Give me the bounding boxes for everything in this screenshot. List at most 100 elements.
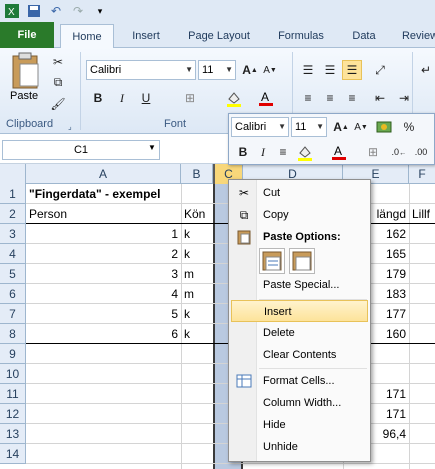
cell-e3[interactable]: 162 <box>365 224 409 244</box>
mini-font-size-combo[interactable]: 11 ▼ <box>291 117 327 137</box>
align-center-icon[interactable]: ≡ <box>320 88 340 108</box>
orientation-icon[interactable]: ⤢ <box>370 60 390 80</box>
row-header-11[interactable]: 11 <box>0 384 26 404</box>
shrink-font-icon[interactable]: A ▼ <box>260 60 280 80</box>
row-header-13[interactable]: 13 <box>0 424 26 444</box>
cell-e7[interactable]: 177 <box>365 304 409 324</box>
redo-icon[interactable]: ↷ <box>68 2 88 20</box>
wrap-text-icon[interactable]: ↵ <box>416 60 435 80</box>
select-all-corner[interactable] <box>0 164 26 184</box>
align-right-icon[interactable]: ≡ <box>342 88 362 108</box>
fill-color-icon[interactable] <box>224 88 244 108</box>
cell-a8[interactable]: 6 <box>26 324 181 344</box>
cell-b7[interactable]: k <box>181 304 213 324</box>
row-header-4[interactable]: 4 <box>0 244 26 264</box>
cell-f2[interactable]: Lillf <box>409 204 435 224</box>
name-box-dropdown-icon[interactable]: ▼ <box>148 143 156 152</box>
tab-page-layout[interactable]: Page Layout <box>184 24 254 48</box>
copy-icon[interactable]: ⧉ <box>48 72 68 92</box>
cell-b6[interactable]: m <box>181 284 213 304</box>
tab-home[interactable]: Home <box>60 24 114 49</box>
decrease-indent-icon[interactable]: ⇤ <box>370 88 390 108</box>
menu-item-unhide[interactable]: Unhide <box>231 436 368 458</box>
mini-bold-icon[interactable]: B <box>233 142 253 162</box>
menu-item-clear-contents[interactable]: Clear Contents <box>231 344 368 366</box>
cell-a1[interactable]: "Fingerdata" - exempel <box>26 184 213 204</box>
align-bottom-icon[interactable]: ☰ <box>342 60 362 80</box>
tab-formulas[interactable]: Formulas <box>274 24 328 48</box>
row-header-2[interactable]: 2 <box>0 204 26 224</box>
mini-borders-icon[interactable]: ⊞ <box>363 142 383 162</box>
cell-e8[interactable]: 160 <box>365 324 409 344</box>
mini-font-color-icon[interactable]: A <box>329 142 349 162</box>
tab-file[interactable]: File <box>0 22 54 48</box>
cell-a5[interactable]: 3 <box>26 264 181 284</box>
tab-data[interactable]: Data <box>348 24 380 48</box>
cell-b5[interactable]: m <box>181 264 213 284</box>
menu-item-column-width[interactable]: Column Width... <box>231 392 368 414</box>
cell-a6[interactable]: 4 <box>26 284 181 304</box>
bold-icon[interactable]: B <box>88 88 108 108</box>
font-name-combo[interactable]: Calibri ▼ <box>86 60 196 80</box>
menu-item-hide[interactable]: Hide <box>231 414 368 436</box>
paste-option-values-icon[interactable] <box>289 248 315 274</box>
align-left-icon[interactable]: ≡ <box>298 88 318 108</box>
italic-icon[interactable]: I <box>112 88 132 108</box>
cell-e6[interactable]: 183 <box>365 284 409 304</box>
menu-item-cut[interactable]: ✂ Cut <box>231 182 368 204</box>
cell-e13[interactable]: 96,4 <box>365 424 409 444</box>
menu-item-format-cells[interactable]: Format Cells... <box>231 370 368 392</box>
align-middle-icon[interactable]: ☰ <box>320 60 340 80</box>
menu-item-delete[interactable]: Delete <box>231 322 368 344</box>
paste-button-label[interactable]: Paste <box>10 90 38 102</box>
row-header-9[interactable]: 9 <box>0 344 26 364</box>
column-header-b[interactable]: B <box>181 164 213 184</box>
menu-item-copy[interactable]: ⧉ Copy <box>231 204 368 226</box>
align-top-icon[interactable]: ☰ <box>298 60 318 80</box>
cell-e2[interactable]: längd <box>365 204 409 224</box>
excel-icon[interactable]: X <box>2 2 22 20</box>
undo-icon[interactable]: ↶ <box>46 2 66 20</box>
mini-decrease-decimal-icon[interactable]: .00 <box>411 142 431 162</box>
menu-item-paste-special[interactable]: Paste Special... <box>231 274 368 296</box>
cell-e4[interactable]: 165 <box>365 244 409 264</box>
row-header-8[interactable]: 8 <box>0 324 26 344</box>
customize-icon[interactable]: ▾ <box>90 2 110 20</box>
cell-e5[interactable]: 179 <box>365 264 409 284</box>
tab-review[interactable]: Review <box>400 24 435 48</box>
cell-a2[interactable]: Person <box>26 204 181 224</box>
format-painter-icon[interactable]: 🖌 <box>48 94 68 114</box>
cell-a7[interactable]: 5 <box>26 304 181 324</box>
mini-shrink-font-icon[interactable]: A ▼ <box>351 117 371 137</box>
increase-indent-icon[interactable]: ⇥ <box>394 88 414 108</box>
mini-increase-decimal-icon[interactable]: .0 ← <box>389 142 409 162</box>
mini-font-name-combo[interactable]: Calibri ▼ <box>231 117 289 137</box>
row-header-7[interactable]: 7 <box>0 304 26 324</box>
row-header-10[interactable]: 10 <box>0 364 26 384</box>
font-size-combo[interactable]: 11 ▼ <box>198 60 236 80</box>
cell-a3[interactable]: 1 <box>26 224 181 244</box>
row-header-1[interactable]: 1 <box>0 184 26 204</box>
row-header-6[interactable]: 6 <box>0 284 26 304</box>
column-header-a[interactable]: A <box>26 164 181 184</box>
mini-percent-style[interactable]: % <box>399 117 419 137</box>
cell-b3[interactable]: k <box>181 224 213 244</box>
mini-italic-icon[interactable]: I <box>253 142 273 162</box>
paste-option-default-icon[interactable] <box>259 248 285 274</box>
mini-fill-color-icon[interactable] <box>295 142 315 162</box>
name-box[interactable]: C1 <box>2 140 160 160</box>
cut-icon[interactable]: ✂ <box>48 52 68 72</box>
save-icon[interactable] <box>24 2 44 20</box>
cell-b2[interactable]: Kön <box>181 204 213 224</box>
row-header-5[interactable]: 5 <box>0 264 26 284</box>
cell-b8[interactable]: k <box>181 324 213 344</box>
cell-b4[interactable]: k <box>181 244 213 264</box>
mini-accounting-format-icon[interactable] <box>375 117 395 137</box>
clipboard-icon[interactable] <box>8 52 42 92</box>
row-header-3[interactable]: 3 <box>0 224 26 244</box>
cell-e12[interactable]: 171 <box>365 404 409 424</box>
font-color-icon[interactable]: A <box>256 88 276 108</box>
tab-insert[interactable]: Insert <box>128 24 164 48</box>
row-header-12[interactable]: 12 <box>0 404 26 424</box>
underline-icon[interactable]: U <box>136 88 156 108</box>
